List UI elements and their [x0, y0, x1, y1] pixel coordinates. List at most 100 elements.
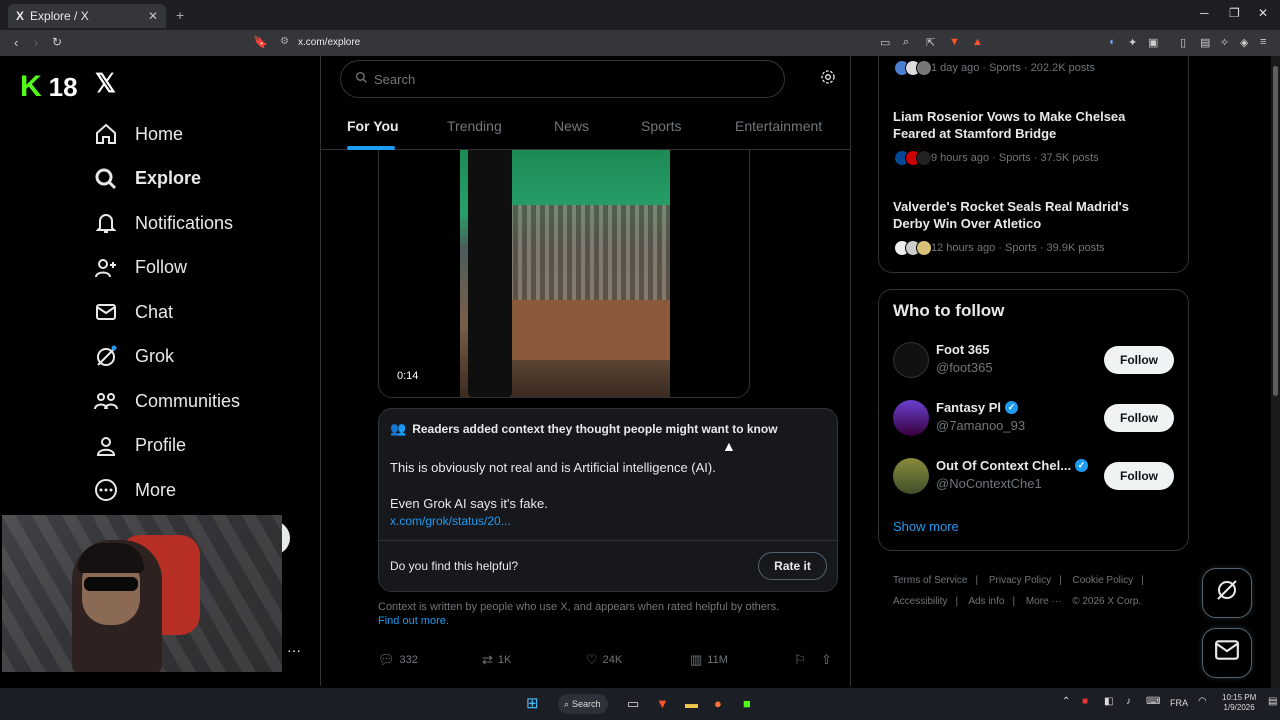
- trend-item-title[interactable]: Liam Rosenior Vows to Make Chelsea Feare…: [893, 108, 1163, 142]
- mouse-cursor: ▲: [722, 438, 736, 454]
- nav-notifications[interactable]: Notifications: [92, 201, 240, 246]
- share-post-icon: ⇧: [821, 652, 832, 667]
- url-text[interactable]: x.com/explore: [298, 37, 360, 48]
- taskbar-search[interactable]: ⌕ Search: [558, 694, 608, 714]
- nav-follow[interactable]: Follow: [92, 246, 240, 291]
- language-indicator[interactable]: FRA: [1170, 698, 1188, 708]
- follow-button[interactable]: Follow: [1104, 404, 1174, 432]
- nav-home[interactable]: Home: [92, 112, 240, 157]
- extensions-icon[interactable]: ✦: [1128, 36, 1137, 49]
- brave-taskbar-icon[interactable]: ▼: [656, 696, 669, 711]
- follow-button[interactable]: Follow: [1104, 346, 1174, 374]
- keyboard-icon[interactable]: ⌨: [1146, 696, 1160, 707]
- like-button[interactable]: ♡ 24K: [586, 652, 622, 668]
- leo-icon[interactable]: ✧: [1220, 36, 1229, 49]
- wifi-icon[interactable]: ◠: [1198, 696, 1207, 707]
- brave-rewards-icon[interactable]: ▲: [972, 36, 983, 48]
- menu-icon[interactable]: ≡: [1260, 36, 1266, 48]
- account-menu-icon[interactable]: ···: [287, 642, 301, 658]
- find-out-more-link[interactable]: Find out more.: [378, 615, 449, 627]
- nav-grok[interactable]: Grok: [92, 335, 240, 380]
- tab-trending[interactable]: Trending: [447, 118, 502, 134]
- windows-taskbar: ⊞ ⌕ Search ▭ ▼ ▬ ● ■ ⌃ ■ ◧ ♪ ⌨ FRA ◠ 10:…: [0, 688, 1280, 720]
- site-info-icon[interactable]: ⚙: [280, 36, 289, 47]
- brave-shield-icon[interactable]: ▼: [949, 36, 960, 48]
- share-icon[interactable]: ⇱: [926, 36, 935, 49]
- start-icon[interactable]: ⊞: [526, 694, 539, 712]
- footer-link[interactable]: More ···: [1026, 596, 1062, 607]
- tabs-icon[interactable]: ▣: [1148, 36, 1158, 49]
- nav-profile[interactable]: Profile: [92, 424, 240, 469]
- sidebar-icon[interactable]: ▯: [1180, 36, 1186, 49]
- nav-chat[interactable]: Chat: [92, 290, 240, 335]
- tab-entertainment[interactable]: Entertainment: [735, 118, 822, 134]
- views-button[interactable]: ▥ 11M: [690, 652, 728, 668]
- footer-links: Terms of Service | Privacy Policy | Cookie…: [893, 575, 1144, 607]
- person-plus-icon: [92, 254, 120, 282]
- x-logo[interactable]: 𝕏: [95, 68, 116, 99]
- verified-badge-icon: ✓: [1005, 401, 1019, 414]
- grok-float-button[interactable]: [1202, 568, 1252, 618]
- rate-it-button[interactable]: Rate it: [758, 552, 827, 580]
- follow-suggestion[interactable]: Out Of Context Chel... ✓ @NoContextChe1 F…: [893, 456, 1175, 496]
- follow-suggestion[interactable]: Fantasy Pl ✓ @7amanoo_93 Follow: [893, 398, 1175, 438]
- note-link[interactable]: x.com/grok/status/20...: [390, 514, 511, 528]
- search-input[interactable]: Search: [340, 60, 785, 98]
- cast-icon[interactable]: ▭: [880, 36, 890, 49]
- footer-link[interactable]: Cookie Policy: [1073, 575, 1134, 586]
- scrollbar-thumb[interactable]: [1273, 66, 1278, 396]
- webcam-overlay: [2, 515, 282, 672]
- tab-sports[interactable]: Sports: [641, 118, 681, 134]
- task-view-icon[interactable]: ▭: [627, 696, 639, 712]
- zoom-icon[interactable]: ⌕: [903, 36, 909, 49]
- footer-link[interactable]: Accessibility: [893, 596, 947, 607]
- browser-tab[interactable]: X Explore / X ✕: [8, 4, 166, 28]
- nav-communities[interactable]: Communities: [92, 379, 240, 424]
- tab-news[interactable]: News: [554, 118, 589, 134]
- footer-link[interactable]: Ads info: [968, 596, 1004, 607]
- follow-suggestion[interactable]: Foot 365 @foot365 Follow: [893, 340, 1175, 380]
- minimize-icon[interactable]: ─: [1200, 6, 1209, 20]
- messages-float-button[interactable]: [1202, 628, 1252, 678]
- taskbar-clock[interactable]: 10:15 PM 1/9/2026: [1222, 693, 1256, 713]
- nav-explore[interactable]: Explore: [92, 157, 240, 202]
- tray-chevron-icon[interactable]: ⌃: [1062, 696, 1070, 707]
- reply-button[interactable]: 💬︎ 332: [378, 652, 418, 668]
- tray-app-icon[interactable]: ■: [1082, 696, 1088, 707]
- footer-link[interactable]: Privacy Policy: [989, 575, 1051, 586]
- window-close-icon[interactable]: ✕: [1258, 6, 1268, 20]
- post-video[interactable]: 0:14: [378, 150, 750, 398]
- vpn-icon[interactable]: ◈: [1240, 36, 1248, 49]
- grok-icon: [92, 343, 120, 371]
- settings-gear-icon[interactable]: [820, 69, 836, 90]
- audio-icon[interactable]: ◖: [1108, 36, 1115, 48]
- tray-icon[interactable]: ◧: [1104, 696, 1113, 707]
- share-post-button[interactable]: ⇧: [821, 652, 837, 668]
- show-more-link[interactable]: Show more: [893, 519, 959, 534]
- bookmark-post-button[interactable]: ⚐: [794, 652, 811, 668]
- notifications-tray-icon[interactable]: ▤: [1268, 696, 1277, 707]
- page-scrollbar[interactable]: [1271, 56, 1280, 688]
- forward-icon[interactable]: ›: [34, 35, 38, 50]
- new-tab-icon[interactable]: +: [176, 7, 184, 23]
- file-explorer-icon[interactable]: ▬: [685, 696, 698, 711]
- maximize-icon[interactable]: ❐: [1229, 6, 1240, 20]
- trends-panel: 1 day ago · Sports · 202.2K posts Liam R…: [878, 56, 1189, 273]
- bookmark-icon[interactable]: 🔖: [253, 35, 268, 49]
- mic-icon[interactable]: ♪: [1126, 696, 1131, 707]
- kick-number: 18: [48, 71, 78, 102]
- firefox-icon[interactable]: ●: [714, 696, 722, 711]
- repost-button[interactable]: ⇄ 1K: [482, 652, 511, 668]
- reload-icon[interactable]: ↻: [52, 35, 62, 49]
- follow-button[interactable]: Follow: [1104, 462, 1174, 490]
- trend-item-meta[interactable]: 1 day ago · Sports · 202.2K posts: [894, 60, 1095, 76]
- wallet-icon[interactable]: ▤: [1200, 36, 1210, 49]
- trend-item-title[interactable]: Valverde's Rocket Seals Real Madrid's De…: [893, 198, 1163, 232]
- nav-more[interactable]: More: [92, 468, 240, 513]
- app-icon[interactable]: ■: [743, 696, 751, 711]
- tab-close-icon[interactable]: ✕: [148, 9, 158, 23]
- back-icon[interactable]: ‹: [14, 35, 18, 50]
- community-note: 👥 Readers added context they thought peo…: [378, 408, 838, 592]
- footer-link[interactable]: Terms of Service: [893, 575, 967, 586]
- tab-for-you[interactable]: For You: [347, 118, 399, 134]
